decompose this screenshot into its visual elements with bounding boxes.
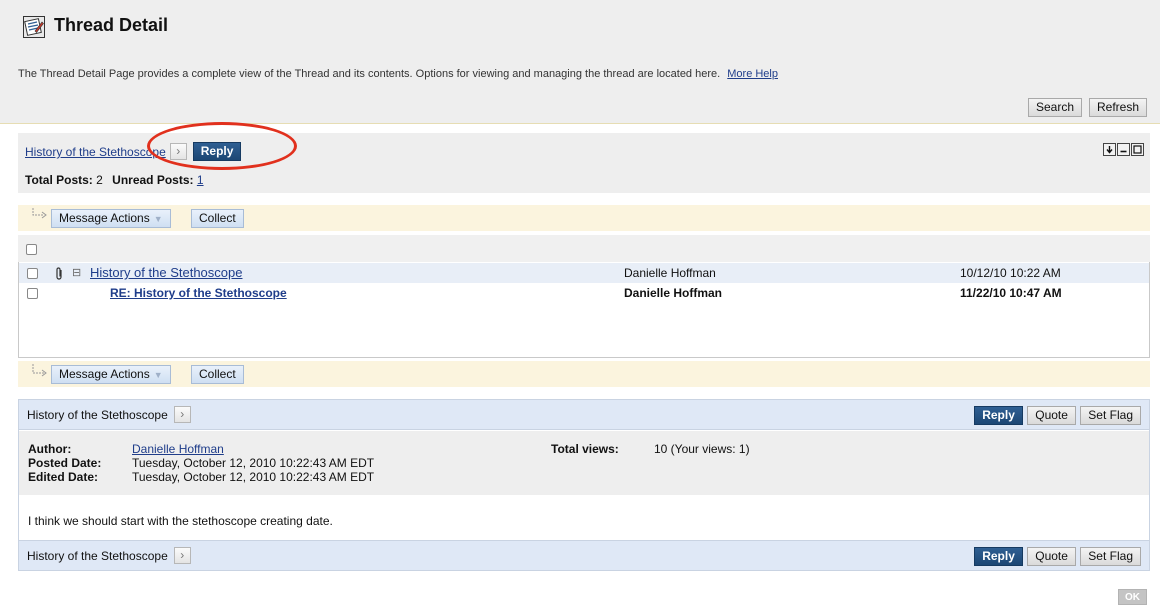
reply-button[interactable]: Reply [192,142,242,162]
attachment-icon [55,263,64,283]
message-metadata: Author: Danielle Hoffman Posted Date: Tu… [19,431,1149,495]
edited-date-label: Edited Date: [28,470,99,484]
selection-arrow-icon [32,208,47,219]
search-button[interactable]: Search [1028,98,1083,117]
reply-button[interactable]: Reply [974,406,1023,425]
message-title-text: History of the Stethoscope [27,408,168,422]
view-options [1102,143,1144,157]
reply-button[interactable]: Reply [974,547,1023,566]
message-checkbox[interactable] [27,268,38,279]
page-header: Thread Detail The Thread Detail Page pro… [0,0,1160,124]
message-actions-button[interactable]: Message Actions ▼ [51,209,171,228]
thread-detail-icon [23,16,45,38]
thread-summary: History of the Stethoscope › Reply Total P… [18,133,1150,193]
message-actions-button[interactable]: Message Actions ▼ [51,365,171,384]
message-actions-bar-bottom: Message Actions ▼ Collect [18,361,1150,387]
refresh-button[interactable]: Refresh [1089,98,1148,117]
select-all-row [18,235,1150,262]
page-description-text: The Thread Detail Page provides a comple… [18,68,721,80]
set-flag-button[interactable]: Set Flag [1080,547,1141,566]
breadcrumb: History of the Stethoscope › Reply [25,141,242,162]
selection-arrow-icon [32,364,47,377]
chevron-down-icon: ▼ [153,214,163,224]
message-date: 11/22/10 10:47 AM [960,286,1062,300]
collect-button[interactable]: Collect [191,365,244,384]
unread-posts-link[interactable]: 1 [197,173,204,187]
message-date: 10/12/10 10:22 AM [960,266,1061,280]
chevron-right-icon[interactable]: › [173,406,191,424]
message-actions: Reply Quote Set Flag [973,406,1141,425]
set-flag-button[interactable]: Set Flag [1080,406,1141,425]
collect-button[interactable]: Collect [191,209,244,228]
chevron-right-icon[interactable]: › [173,547,191,565]
message-actions-bar-top: Message Actions ▼ Collect [18,205,1150,231]
message-actions: Reply Quote Set Flag [973,547,1141,566]
post-counts: Total Posts: 2 Unread Posts: 1 [25,173,204,187]
list-item[interactable]: RE: History of the Stethoscope Danielle … [19,283,1149,303]
total-posts-label: Total Posts: [25,173,93,187]
message-actions-label: Message Actions [59,367,150,381]
message-subject-link[interactable]: RE: History of the Stethoscope [110,283,287,303]
chevron-down-icon: ▼ [153,370,163,380]
total-views-value: 10 (Your views: 1) [654,442,750,456]
message-detail-header: History of the Stethoscope › Reply Quote … [19,400,1149,430]
ok-button[interactable]: OK [1118,589,1147,605]
message-list: ⊟ History of the Stethoscope Danielle Ho… [18,262,1150,358]
author-link[interactable]: Danielle Hoffman [132,442,224,456]
message-subject-link[interactable]: History of the Stethoscope [90,263,242,283]
message-title: History of the Stethoscope › [27,547,191,565]
collapse-thread-icon[interactable]: ⊟ [72,263,81,283]
message-checkbox[interactable] [27,288,38,299]
message-title: History of the Stethoscope › [27,406,191,424]
expand-icon[interactable] [1103,143,1116,156]
unread-posts-label: Unread Posts: [112,173,194,187]
posted-date-label: Posted Date: [28,456,102,470]
select-all-checkbox[interactable] [26,244,37,255]
collapse-icon[interactable] [1117,143,1130,156]
quote-button[interactable]: Quote [1027,547,1076,566]
message-author: Danielle Hoffman [624,286,723,300]
thread-title-link[interactable]: History of the Stethoscope [25,145,166,159]
edited-date-value: Tuesday, October 12, 2010 10:22:43 AM ED… [132,470,375,484]
total-views-label: Total views: [551,442,619,456]
quote-button[interactable]: Quote [1027,406,1076,425]
message-author: Danielle Hoffman [624,266,716,280]
message-actions-label: Message Actions [59,211,150,225]
message-detail-footer: History of the Stethoscope › Reply Quote … [19,540,1149,570]
page-description: The Thread Detail Page provides a comple… [18,68,778,80]
page-title: Thread Detail [54,15,169,35]
chevron-right-icon[interactable]: › [169,143,187,161]
list-item[interactable]: ⊟ History of the Stethoscope Danielle Ho… [19,263,1149,283]
author-label: Author: [28,442,72,456]
more-help-link[interactable]: More Help [727,68,778,80]
posted-date-value: Tuesday, October 12, 2010 10:22:43 AM ED… [132,456,375,470]
message-detail: History of the Stethoscope › Reply Quote … [18,399,1150,571]
total-posts-value: 2 [96,173,103,187]
message-title-text: History of the Stethoscope [27,549,168,563]
message-body: I think we should start with the stethos… [28,514,333,528]
maximize-icon[interactable] [1131,143,1144,156]
